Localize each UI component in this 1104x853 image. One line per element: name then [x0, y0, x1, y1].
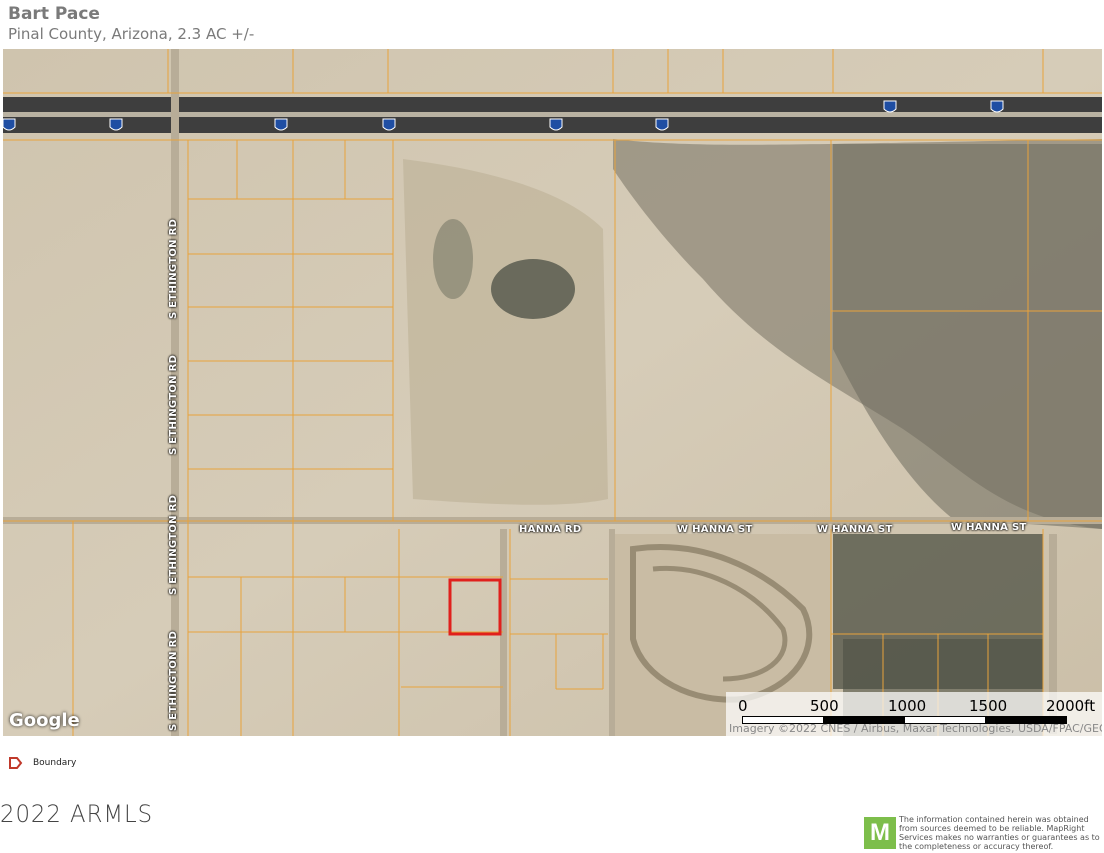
road-label-ethington: S ETHINGTON RD	[168, 494, 179, 595]
road-label-hanna-st: W HANNA ST	[677, 524, 753, 535]
mapright-logo: M	[864, 817, 896, 849]
road-label-ethington: S ETHINGTON RD	[168, 630, 179, 731]
copyright-text: 2022 ARMLS	[0, 800, 154, 828]
scale-label: 1000	[888, 697, 927, 715]
scale-label: 2000ft	[1046, 697, 1096, 715]
disclaimer-text: The information contained herein was obt…	[899, 815, 1100, 851]
road-label-ethington: S ETHINGTON RD	[168, 354, 179, 455]
road-label-ethington: S ETHINGTON RD	[168, 218, 179, 319]
road-label-hanna-st: W HANNA ST	[951, 522, 1027, 533]
aerial-map[interactable]: S ETHINGTON RD S ETHINGTON RD S ETHINGTO…	[3, 49, 1102, 736]
map-title: Bart Pace	[8, 4, 100, 24]
scale-label: 1500	[969, 697, 1008, 715]
boundary-icon	[9, 757, 23, 769]
scale-label: 500	[810, 697, 839, 715]
scale-label: 0	[738, 697, 748, 715]
google-logo: Google	[9, 710, 80, 731]
legend-item-boundary: Boundary	[33, 758, 77, 768]
map-subtitle: Pinal County, Arizona, 2.3 AC +/-	[8, 25, 255, 43]
imagery-attribution: Imagery ©2022 CNES / Airbus, Maxar Techn…	[729, 722, 1102, 735]
road-label-hanna-rd: HANNA RD	[519, 524, 582, 535]
road-label-hanna-st: W HANNA ST	[817, 524, 893, 535]
